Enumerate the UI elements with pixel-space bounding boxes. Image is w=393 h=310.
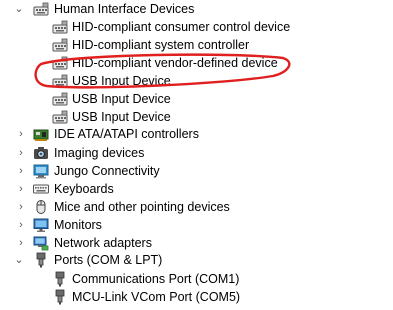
- tree-leaf-label: Communications Port (COM1): [72, 272, 240, 286]
- hid-device-icon: [52, 73, 68, 89]
- tree-node-human-interface-devices[interactable]: ⌄ Human Interface Devices: [0, 0, 393, 18]
- tree-node-label: IDE ATA/ATAPI controllers: [54, 127, 199, 141]
- hid-device-icon: [33, 1, 49, 17]
- tree-leaf-label: HID-compliant vendor-defined device: [72, 56, 278, 70]
- chevron-right-icon[interactable]: ›: [14, 127, 28, 141]
- tree-node-network-adapters[interactable]: › Network adapters: [0, 234, 393, 252]
- tree-node-label: Jungo Connectivity: [54, 164, 160, 178]
- tree-node-label: Imaging devices: [54, 146, 145, 160]
- mouse-icon: [33, 199, 49, 215]
- chevron-right-icon[interactable]: ›: [14, 200, 28, 214]
- monitor-icon: [33, 217, 49, 233]
- tree-leaf-hid-device[interactable]: USB Input Device: [0, 108, 393, 126]
- chevron-right-icon[interactable]: ›: [14, 182, 28, 196]
- hid-device-icon: [52, 55, 68, 71]
- tree-leaf-label: USB Input Device: [72, 110, 171, 124]
- port-icon: [52, 271, 68, 287]
- tree-node-ports[interactable]: ⌄ Ports (COM & LPT): [0, 251, 393, 269]
- port-icon: [33, 252, 49, 268]
- hid-device-icon: [52, 109, 68, 125]
- tree-node-monitors[interactable]: › Monitors: [0, 216, 393, 234]
- tree-node-mice[interactable]: › Mice and other pointing devices: [0, 198, 393, 216]
- ide-controller-icon: [33, 126, 49, 142]
- tree-node-keyboards[interactable]: › Keyboards: [0, 180, 393, 198]
- hid-device-icon: [52, 19, 68, 35]
- tree-leaf-hid-device[interactable]: HID-compliant vendor-defined device: [0, 54, 393, 72]
- tree-leaf-hid-device[interactable]: HID-compliant consumer control device: [0, 18, 393, 36]
- port-icon: [52, 289, 68, 305]
- tree-leaf-label: USB Input Device: [72, 74, 171, 88]
- network-adapter-icon: [33, 235, 49, 251]
- tree-node-label: Network adapters: [54, 236, 152, 250]
- tree-node-imaging-devices[interactable]: › Imaging devices: [0, 144, 393, 162]
- hid-device-icon: [52, 37, 68, 53]
- tree-leaf-label: HID-compliant consumer control device: [72, 20, 291, 34]
- tree-node-label: Human Interface Devices: [54, 2, 195, 16]
- tree-node-label: Ports (COM & LPT): [54, 253, 163, 267]
- chevron-right-icon[interactable]: ›: [14, 218, 28, 232]
- tree-leaf-hid-device[interactable]: HID-compliant system controller: [0, 36, 393, 54]
- tree-leaf-label: MCU-Link VCom Port (COM5): [72, 290, 241, 304]
- tree-leaf-label: USB Input Device: [72, 92, 171, 106]
- chevron-right-icon[interactable]: ›: [14, 164, 28, 178]
- tree-node-label: Monitors: [54, 218, 102, 232]
- chevron-right-icon[interactable]: ›: [14, 236, 28, 250]
- tree-node-ide-controllers[interactable]: › IDE ATA/ATAPI controllers: [0, 125, 393, 143]
- hid-device-icon: [52, 91, 68, 107]
- chevron-down-icon[interactable]: ⌄: [12, 253, 26, 267]
- tree-leaf-port[interactable]: Communications Port (COM1): [0, 270, 393, 288]
- tree-leaf-port[interactable]: MCU-Link VCom Port (COM5): [0, 288, 393, 306]
- tree-node-label: Keyboards: [54, 182, 114, 196]
- tree-node-jungo-connectivity[interactable]: › Jungo Connectivity: [0, 162, 393, 180]
- jungo-icon: [33, 163, 49, 179]
- keyboard-icon: [33, 181, 49, 197]
- tree-leaf-label: HID-compliant system controller: [72, 38, 250, 52]
- chevron-down-icon[interactable]: ⌄: [12, 2, 26, 16]
- camera-icon: [33, 145, 49, 161]
- tree-leaf-hid-device[interactable]: USB Input Device: [0, 72, 393, 90]
- tree-leaf-hid-device[interactable]: USB Input Device: [0, 90, 393, 108]
- tree-node-label: Mice and other pointing devices: [54, 200, 230, 214]
- chevron-right-icon[interactable]: ›: [14, 146, 28, 160]
